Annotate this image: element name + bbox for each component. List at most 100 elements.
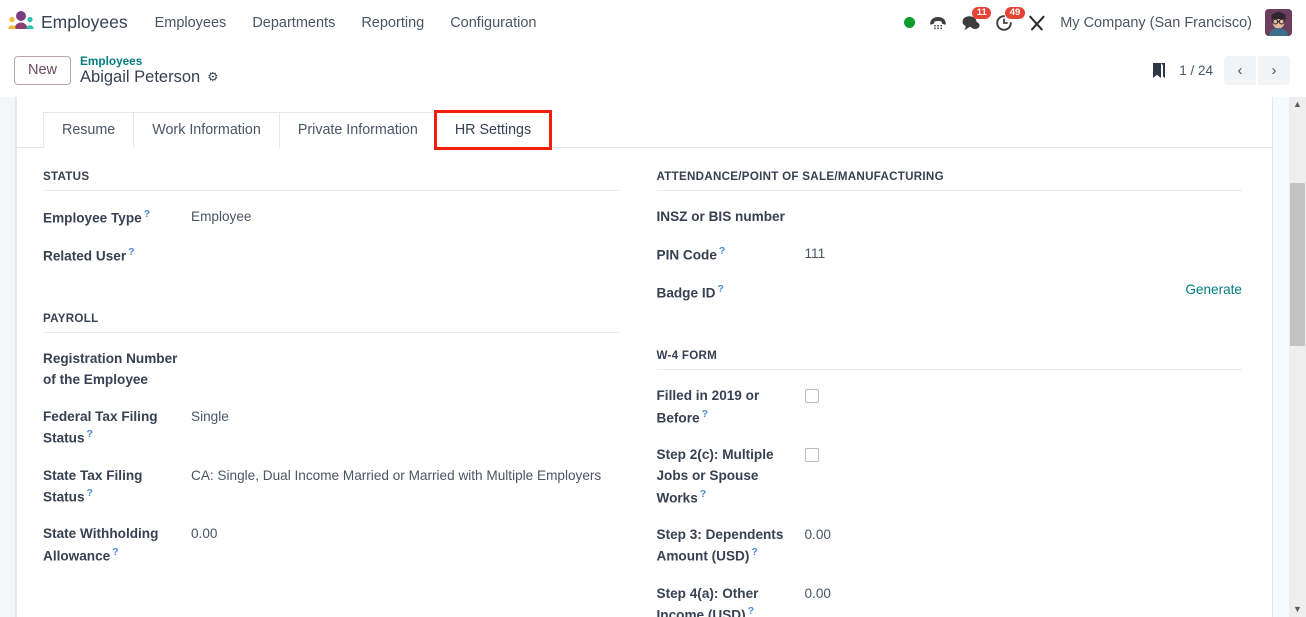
top-navbar: Employees Employees Departments Reportin… bbox=[0, 0, 1306, 46]
tab-private-information[interactable]: Private Information bbox=[278, 112, 437, 148]
help-icon[interactable]: ? bbox=[128, 246, 134, 258]
field-pin-code-label: PIN Code? bbox=[656, 245, 726, 263]
activities-clock-icon[interactable]: 49 bbox=[994, 6, 1025, 32]
chevron-left-icon[interactable]: ‹ bbox=[1224, 56, 1256, 85]
field-step-4a-other-income: Step 4(a): Other Income (USD)? 0.00 bbox=[657, 584, 1243, 617]
help-icon[interactable]: ? bbox=[717, 283, 723, 295]
field-federal-tax-filing-status-value[interactable]: Single bbox=[191, 407, 619, 428]
help-icon[interactable]: ? bbox=[702, 408, 708, 420]
help-icon[interactable]: ? bbox=[87, 487, 93, 499]
messages-icon[interactable]: 11 bbox=[961, 6, 992, 32]
group-title-attendance: Attendance/Point of Sale/Manufacturing bbox=[656, 170, 1242, 191]
help-icon[interactable]: ? bbox=[87, 428, 93, 440]
generate-badge-id-button[interactable]: Generate bbox=[1185, 282, 1242, 297]
notebook-tabs: Resume Work Information Private Informat… bbox=[17, 97, 1272, 150]
tab-resume[interactable]: Resume bbox=[43, 112, 135, 148]
tab-hr-settings[interactable]: HR Settings bbox=[433, 110, 553, 150]
online-status-dot[interactable] bbox=[904, 17, 916, 28]
phone-icon[interactable] bbox=[928, 14, 948, 32]
field-badge-id: Badge ID? Generate bbox=[657, 282, 1243, 304]
field-step-4a-other-income-label: Step 4(a): Other Income (USD)? bbox=[656, 585, 759, 617]
vertical-scrollbar[interactable]: ▲ ▼ bbox=[1289, 97, 1306, 617]
checkbox-filled-2019-or-before[interactable] bbox=[804, 389, 819, 404]
record-sheet: Resume Work Information Private Informat… bbox=[16, 97, 1273, 617]
bookmark-icon[interactable] bbox=[1150, 61, 1168, 81]
left-gutter bbox=[0, 97, 16, 617]
field-step-3-dependents-amount-value[interactable]: 0.00 bbox=[805, 525, 1243, 546]
gear-icon[interactable]: ⚙ bbox=[207, 70, 218, 84]
field-filled-2019-or-before-value bbox=[804, 386, 1243, 410]
field-step-4a-other-income-value[interactable]: 0.00 bbox=[805, 584, 1243, 605]
menu-item-configuration[interactable]: Configuration bbox=[437, 11, 549, 35]
group-title-status: Status bbox=[43, 170, 619, 191]
field-registration-number: Registration Number of the Employee bbox=[43, 349, 619, 390]
field-state-withholding-allowance-value[interactable]: 0.00 bbox=[191, 524, 619, 545]
main-menu: Employees Departments Reporting Configur… bbox=[142, 11, 550, 35]
form-column-right: Attendance/Point of Sale/Manufacturing I… bbox=[643, 170, 1243, 617]
field-state-withholding-allowance: State Withholding Allowance? 0.00 bbox=[43, 524, 619, 567]
breadcrumb-parent-employees[interactable]: Employees bbox=[80, 54, 218, 68]
help-icon[interactable]: ? bbox=[751, 546, 757, 558]
group-title-w4-form: W-4 Form bbox=[656, 349, 1242, 371]
tab-work-information[interactable]: Work Information bbox=[133, 112, 280, 148]
employees-app-icon bbox=[8, 10, 34, 35]
app-brand[interactable]: Employees bbox=[8, 10, 128, 35]
field-state-tax-filing-status-value[interactable]: CA: Single, Dual Income Married or Marri… bbox=[191, 466, 611, 487]
record-name: Abigail Peterson bbox=[80, 67, 201, 86]
field-state-withholding-allowance-label: State Withholding Allowance? bbox=[43, 526, 159, 564]
field-state-tax-filing-status-label: State Tax Filing Status? bbox=[43, 467, 143, 505]
menu-item-departments[interactable]: Departments bbox=[239, 11, 348, 35]
app-name: Employees bbox=[41, 12, 128, 32]
field-filled-2019-or-before-label: Filled in 2019 or Before? bbox=[656, 388, 760, 426]
activities-count-badge: 49 bbox=[1005, 6, 1025, 20]
field-state-tax-filing-status: State Tax Filing Status? CA: Single, Dua… bbox=[43, 466, 619, 509]
field-badge-id-label: Badge ID? bbox=[656, 283, 724, 301]
field-employee-type: Employee Type? Employee bbox=[43, 207, 619, 229]
field-step-3-dependents-amount: Step 3: Dependents Amount (USD)? 0.00 bbox=[657, 525, 1243, 568]
help-icon[interactable]: ? bbox=[748, 605, 754, 617]
form-column-left: Status Employee Type? Employee Related U… bbox=[43, 170, 643, 617]
field-insz-or-bis-number-label: INSZ or BIS number bbox=[656, 209, 785, 224]
field-pin-code: PIN Code? 111 bbox=[657, 244, 1243, 266]
field-pin-code-value[interactable]: 111 bbox=[805, 244, 1243, 265]
field-step-3-dependents-amount-label: Step 3: Dependents Amount (USD)? bbox=[656, 526, 784, 564]
record-title: Abigail Peterson ⚙ bbox=[80, 68, 218, 86]
field-employee-type-label: Employee Type? bbox=[43, 208, 151, 226]
chevron-right-icon[interactable]: › bbox=[1258, 56, 1290, 85]
breadcrumb: Employees Abigail Peterson ⚙ bbox=[80, 54, 218, 87]
pager-count: 1 / 24 bbox=[1179, 63, 1213, 78]
field-related-user-label: Related User? bbox=[43, 246, 135, 264]
menu-item-reporting[interactable]: Reporting bbox=[348, 11, 437, 35]
field-employee-type-value[interactable]: Employee bbox=[191, 207, 619, 228]
messages-count-badge: 11 bbox=[972, 6, 992, 20]
avatar[interactable] bbox=[1265, 9, 1292, 36]
scroll-up-icon[interactable]: ▲ bbox=[1293, 97, 1302, 112]
field-filled-2019-or-before: Filled in 2019 or Before? bbox=[657, 386, 1243, 429]
field-registration-number-label: Registration Number of the Employee bbox=[43, 351, 178, 388]
scroll-down-icon[interactable]: ▼ bbox=[1293, 602, 1302, 617]
odoo-employee-form-page: Employees Employees Departments Reportin… bbox=[0, 0, 1306, 617]
hr-settings-form: Status Employee Type? Employee Related U… bbox=[17, 148, 1272, 617]
company-switcher[interactable]: My Company (San Francisco) bbox=[1060, 15, 1252, 31]
help-icon[interactable]: ? bbox=[112, 546, 118, 558]
field-step-2c-multiple-jobs-label: Step 2(c): Multiple Jobs or Spouse Works… bbox=[656, 447, 774, 506]
scrollbar-thumb[interactable] bbox=[1290, 183, 1305, 346]
pager: 1 / 24 ‹ › bbox=[1150, 56, 1296, 85]
group-title-payroll: Payroll bbox=[43, 312, 619, 334]
checkbox-step-2c-multiple-jobs[interactable] bbox=[804, 448, 819, 463]
new-button[interactable]: New bbox=[14, 55, 72, 86]
field-step-2c-multiple-jobs: Step 2(c): Multiple Jobs or Spouse Works… bbox=[657, 445, 1243, 509]
field-related-user: Related User? bbox=[43, 245, 619, 267]
field-federal-tax-filing-status-label: Federal Tax Filing Status? bbox=[43, 408, 158, 446]
pager-buttons: ‹ › bbox=[1224, 56, 1290, 85]
help-icon[interactable]: ? bbox=[700, 488, 706, 500]
help-icon[interactable]: ? bbox=[144, 208, 150, 220]
tools-icon[interactable] bbox=[1027, 14, 1047, 32]
field-federal-tax-filing-status: Federal Tax Filing Status? Single bbox=[43, 407, 619, 450]
menu-item-employees[interactable]: Employees bbox=[142, 11, 240, 35]
field-insz-or-bis-number: INSZ or BIS number bbox=[657, 207, 1243, 228]
control-panel: New Employees Abigail Peterson ⚙ Documen… bbox=[0, 46, 1306, 134]
help-icon[interactable]: ? bbox=[719, 245, 725, 257]
